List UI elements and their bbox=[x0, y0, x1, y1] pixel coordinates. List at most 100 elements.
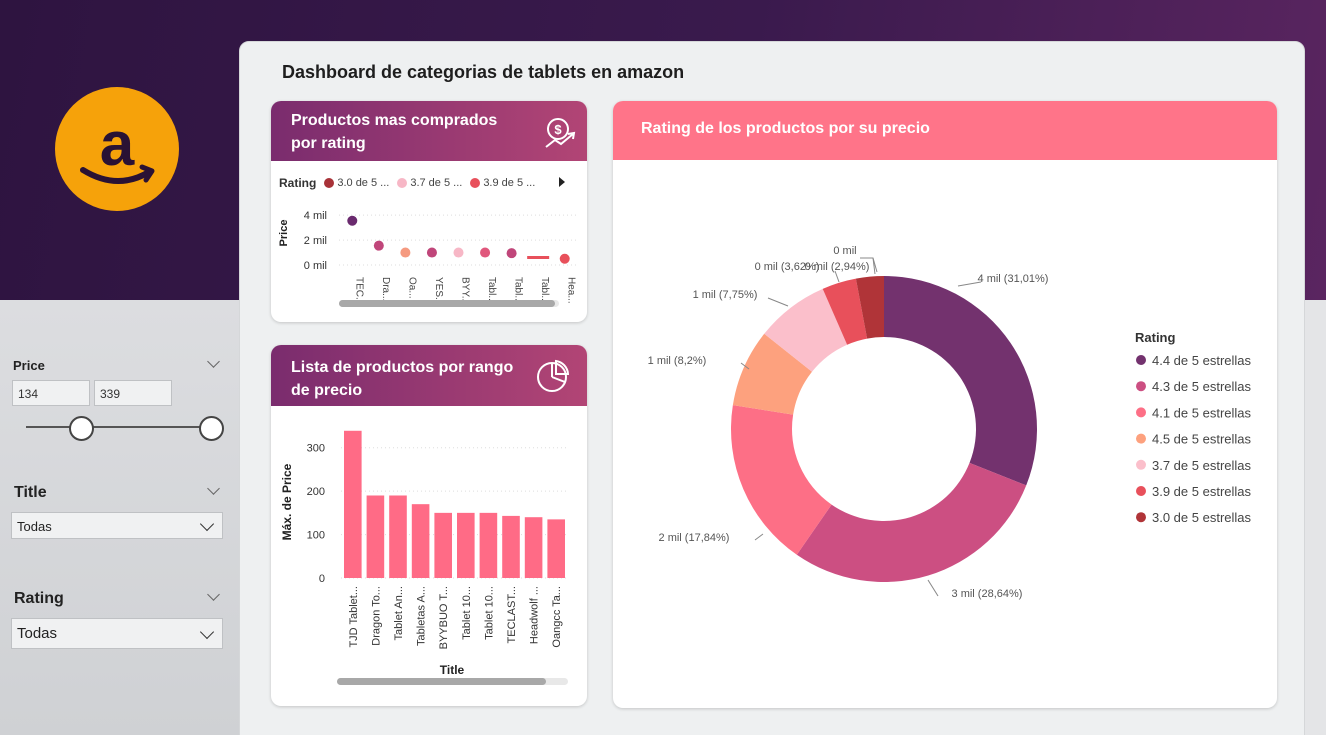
legend-next-icon[interactable] bbox=[557, 177, 567, 187]
bar bbox=[479, 512, 498, 578]
slice-data-label: 4 mil (31,01%) bbox=[978, 273, 1049, 285]
title-slicer-label: Title bbox=[14, 484, 47, 501]
legend-dot bbox=[1136, 459, 1146, 470]
legend-label: 3.7 de 5 ... bbox=[410, 177, 463, 189]
card-price-range: Lista de productos por rango de precio 0… bbox=[271, 345, 587, 706]
legend-dot bbox=[470, 178, 481, 188]
leader-line bbox=[754, 533, 764, 541]
y-tick-label: 4 mil bbox=[304, 210, 327, 222]
title-dropdown[interactable]: Todas bbox=[11, 512, 223, 539]
donut-legend-title: Rating bbox=[1135, 330, 1176, 345]
data-point bbox=[506, 248, 517, 259]
bar bbox=[411, 504, 430, 578]
data-point bbox=[426, 247, 437, 258]
bar bbox=[547, 519, 565, 578]
horizontal-scrollbar[interactable] bbox=[337, 678, 568, 685]
svg-text:$: $ bbox=[554, 122, 562, 137]
scatter-legend: Rating 3.0 de 5 ... 3.7 de 5 ... 3.9 de … bbox=[279, 176, 535, 190]
data-point bbox=[453, 247, 464, 258]
bar bbox=[344, 430, 362, 578]
price-slicer-label: Price bbox=[13, 358, 45, 373]
legend-label: 4.4 de 5 estrellas bbox=[1152, 353, 1252, 368]
y-tick-label: 0 bbox=[319, 573, 325, 585]
card-donut-title: Rating de los productos por su precio bbox=[613, 101, 1277, 160]
legend-label: 4.1 de 5 estrellas bbox=[1152, 405, 1252, 420]
leader-line bbox=[767, 297, 789, 307]
legend-dot bbox=[1136, 433, 1146, 444]
legend-label: 3.0 de 5 estrellas bbox=[1152, 510, 1252, 525]
svg-text:a: a bbox=[100, 110, 135, 179]
data-point bbox=[480, 247, 491, 258]
y-tick-label: 300 bbox=[307, 443, 325, 455]
y-tick-label: 200 bbox=[307, 486, 325, 498]
data-point bbox=[347, 215, 358, 226]
amazon-logo: a bbox=[55, 87, 179, 211]
legend-dot bbox=[1136, 512, 1146, 523]
x-tick-label: Hea... bbox=[566, 277, 577, 304]
legend-dot bbox=[1136, 486, 1146, 496]
chevron-down-icon bbox=[199, 624, 215, 640]
scrollbar-thumb[interactable] bbox=[339, 300, 555, 307]
x-axis-title: Title bbox=[440, 663, 465, 677]
leader-line bbox=[927, 579, 939, 597]
data-point bbox=[373, 240, 384, 251]
slice-data-label: 2 mil (17,84%) bbox=[659, 532, 730, 544]
data-point bbox=[400, 247, 411, 258]
bar bbox=[389, 495, 407, 578]
y-tick-label: 0 mil bbox=[304, 260, 327, 272]
slice-data-label: 3 mil (28,64%) bbox=[952, 588, 1023, 600]
x-tick-label: Oa... bbox=[406, 277, 417, 299]
legend-item[interactable]: 3.0 de 5 ... bbox=[324, 176, 389, 190]
x-tick-label: Dragon To... bbox=[370, 586, 382, 646]
card-top-products: Productos mas comprados por rating $ Rat… bbox=[271, 101, 587, 322]
x-tick-label: Dra... bbox=[380, 277, 391, 301]
x-tick-label: BYYBUO T... bbox=[438, 586, 450, 649]
donut-slice bbox=[884, 276, 1037, 486]
legend-item[interactable]: 3.7 de 5 ... bbox=[397, 176, 462, 190]
slice-data-label: 1 mil (7,75%) bbox=[693, 289, 758, 301]
scatter-legend-title: Rating bbox=[279, 176, 317, 190]
x-tick-label: Tablet 10... bbox=[483, 586, 495, 640]
y-axis-title: Price bbox=[278, 220, 290, 247]
page-title: Dashboard de categorias de tablets en am… bbox=[282, 62, 685, 82]
bar bbox=[366, 495, 385, 578]
slice-data-label: 0 mil bbox=[833, 245, 856, 257]
legend-label: 3.7 de 5 estrellas bbox=[1152, 458, 1252, 473]
x-tick-label: Tabletas A... bbox=[416, 586, 428, 646]
rating-slicer-label: Rating bbox=[14, 590, 64, 607]
price-slider-min-handle[interactable] bbox=[69, 416, 94, 441]
legend-label: 4.5 de 5 estrellas bbox=[1152, 432, 1252, 447]
donut-slice bbox=[796, 462, 1027, 582]
price-max-input[interactable]: 339 bbox=[94, 380, 172, 406]
rating-dropdown-value: Todas bbox=[17, 625, 58, 642]
card-top-title: Productos mas comprados por rating bbox=[271, 101, 587, 161]
x-tick-label: Oangcc Ta... bbox=[551, 586, 563, 648]
donut-chart: 4 mil (31,01%) 3 mil (28,64%) 2 mil (17,84… bbox=[648, 245, 1252, 600]
bar bbox=[457, 512, 475, 578]
scrollbar-thumb[interactable] bbox=[337, 678, 546, 685]
price-slider-max-handle[interactable] bbox=[199, 416, 224, 441]
price-min-input[interactable]: 134 bbox=[12, 380, 90, 406]
title-dropdown-value: Todas bbox=[17, 519, 52, 534]
horizontal-scrollbar[interactable] bbox=[339, 300, 559, 307]
y-axis-title: Máx. de Price bbox=[280, 463, 294, 540]
x-tick-label: TECLAST... bbox=[506, 586, 518, 643]
legend-dot bbox=[1136, 381, 1146, 392]
x-tick-label: Headwolf ... bbox=[529, 586, 541, 644]
rating-dropdown[interactable]: Todas bbox=[11, 618, 223, 649]
bar bbox=[434, 512, 452, 578]
slice-data-label: 1 mil (8,2%) bbox=[648, 355, 707, 367]
x-tick-label: Tablet 10... bbox=[461, 586, 473, 640]
slice-data-label: 0 mil (2,94%) bbox=[805, 261, 870, 273]
chevron-down-icon bbox=[199, 516, 215, 532]
legend-item[interactable]: 3.9 de 5 ... bbox=[470, 176, 535, 190]
y-tick-label: 100 bbox=[307, 530, 325, 542]
legend-dot bbox=[1136, 407, 1146, 418]
legend-dot bbox=[324, 178, 335, 188]
card-rating-donut: Rating de los productos por su precio 4 … bbox=[613, 101, 1277, 708]
bar-chart: 0 100 200 300 Máx. de Price TJD Tablet... Drag… bbox=[280, 430, 567, 677]
pie-icon bbox=[537, 359, 570, 392]
data-point bbox=[559, 253, 570, 264]
price-slider-track[interactable] bbox=[26, 426, 212, 428]
bar bbox=[524, 517, 543, 578]
